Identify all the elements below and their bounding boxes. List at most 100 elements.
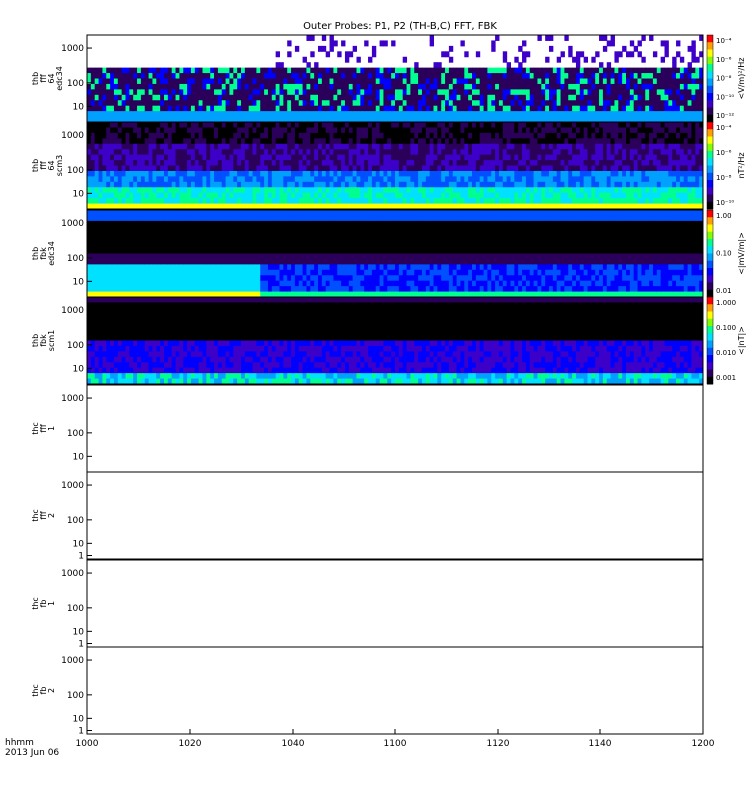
spectrogram-cell [214, 149, 219, 156]
spectrogram-cell [679, 105, 685, 112]
spectrogram-cell [179, 231, 184, 238]
spectrogram-cell [595, 143, 600, 150]
spectrogram-cell [679, 100, 685, 107]
spectrogram-cell [241, 187, 246, 194]
spectrogram-cell [202, 237, 207, 244]
spectrogram-cell [599, 160, 604, 166]
spectrogram-cell [202, 280, 207, 287]
spectrogram-cell [337, 51, 342, 58]
spectrogram-cell [425, 78, 431, 85]
spectrogram-cell [125, 170, 130, 177]
spectrogram-cell [572, 89, 577, 96]
spectrogram-cell [344, 122, 350, 128]
spectrogram-cell [333, 154, 338, 161]
spectrogram-cell [591, 170, 596, 177]
spectrogram-cell [133, 165, 138, 172]
spectrogram-cell [90, 275, 96, 282]
spectrogram-cell [652, 198, 658, 205]
spectrogram-cell [352, 45, 357, 52]
spectrogram-cell [683, 100, 689, 107]
spectrogram-cell [618, 176, 623, 183]
spectrogram-cell [325, 94, 331, 101]
spectrogram-cell [337, 83, 342, 90]
spectrogram-cell [360, 138, 365, 145]
spectrogram-cell [344, 192, 350, 199]
spectrogram-cell [187, 170, 192, 177]
spectrogram-cell [179, 275, 184, 282]
spectrogram-cell [525, 127, 531, 134]
spectrogram-cell [210, 67, 215, 74]
spectrogram-cell [529, 187, 535, 194]
spectrogram-cell [137, 269, 142, 276]
spectrogram-cell [522, 122, 527, 128]
spectrogram-cell [140, 192, 146, 199]
spectrogram-cell [256, 127, 261, 134]
spectrogram-cell [660, 111, 665, 118]
spectrogram-cell [549, 165, 554, 172]
spectrogram-cell [237, 154, 242, 161]
spectrogram-cell [225, 149, 230, 156]
spectrogram-cell [452, 105, 458, 112]
spectrogram-cell [549, 143, 554, 150]
spectrogram-cell [106, 127, 111, 134]
spectrogram-cell [545, 132, 550, 139]
spectrogram-cell [518, 154, 523, 161]
spectrogram-cell [433, 62, 438, 69]
spectrogram-cell [94, 181, 100, 188]
spectrogram-cell [629, 176, 635, 183]
spectrogram-cell [491, 138, 496, 145]
spectrogram-cell [545, 149, 550, 156]
spectrogram-cell [614, 51, 619, 58]
spectrogram-cell [113, 220, 119, 227]
spectrogram-cell [233, 176, 238, 183]
spectrogram-cell [175, 231, 180, 238]
spectrogram-cell [414, 132, 419, 139]
spectrogram-cell [514, 67, 519, 74]
spectrogram-cell [456, 170, 461, 177]
spectrogram-cell [479, 132, 485, 139]
spectrogram-cell [602, 165, 608, 172]
spectrogram-cell [148, 176, 153, 183]
spectrogram-cell [164, 280, 169, 287]
spectrogram-cell [302, 176, 307, 183]
spectrogram-cell [275, 187, 280, 194]
spectrogram-cell [229, 192, 234, 199]
spectrogram-cell [310, 67, 315, 74]
spectrogram-cell [102, 231, 107, 238]
spectrogram-cell [364, 105, 369, 112]
spectrogram-cell [329, 132, 334, 139]
spectrogram-cell [133, 94, 138, 101]
spectrogram-cell [568, 160, 573, 166]
spectrogram-cell [402, 89, 408, 96]
spectrogram-cell [140, 176, 146, 183]
spectrogram-cell [237, 275, 242, 282]
spectrogram-cell [633, 45, 639, 52]
spectrogram-cell [564, 143, 569, 150]
spectrogram-cell [506, 105, 511, 112]
spectrogram-cell [102, 100, 107, 107]
spectrogram-cell [464, 127, 469, 134]
spectrogram-cell [460, 127, 465, 134]
spectrogram-cell [360, 105, 365, 112]
spectrogram-cell [460, 83, 465, 90]
spectrogram-cell [379, 181, 384, 188]
spectrogram-cell [248, 94, 254, 101]
spectrogram-cell [533, 143, 538, 150]
spectrogram-cell [329, 40, 334, 47]
spectrogram-cell [144, 192, 150, 199]
spectrogram-cell [383, 100, 388, 107]
spectrogram-cell [429, 105, 434, 112]
spectrogram-cell [614, 181, 619, 188]
spectrogram-cell [468, 122, 473, 128]
spectrogram-cell [237, 237, 242, 244]
spectrogram-cell [194, 149, 200, 156]
spectrogram-cell [314, 78, 319, 85]
spectrogram-cell [452, 83, 458, 90]
spectrogram-cell [279, 83, 284, 90]
spectrogram-cell [452, 94, 458, 101]
spectrogram-cell [160, 170, 165, 177]
spectrogram-cell [341, 122, 346, 128]
spectrogram-cell [333, 89, 338, 96]
spectrogram-cell [298, 154, 304, 161]
spectrogram-cell [94, 210, 100, 216]
